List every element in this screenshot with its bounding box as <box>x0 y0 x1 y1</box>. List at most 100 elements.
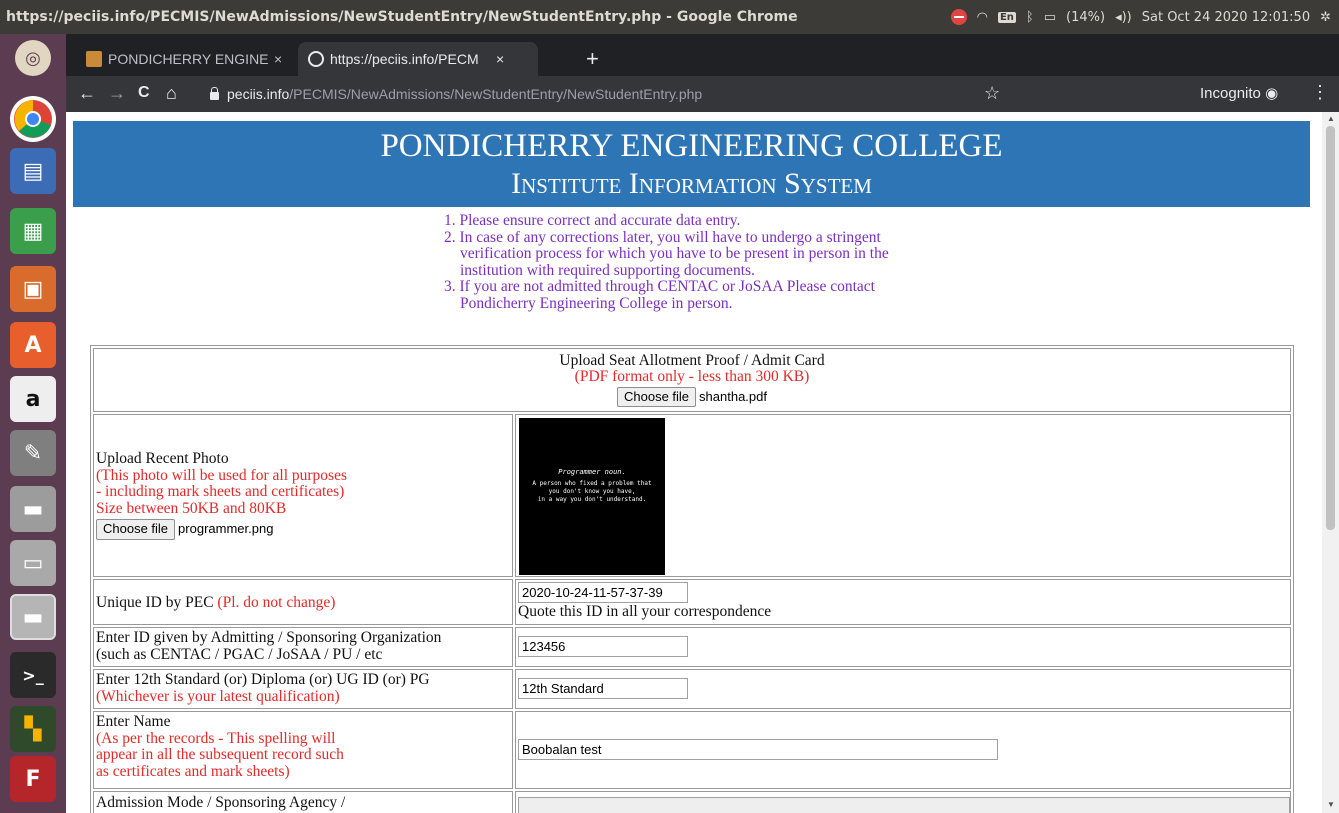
photo-definition-line: you don't know you have, <box>548 488 636 495</box>
gear-icon[interactable]: ✲ <box>1320 10 1331 25</box>
system-subtitle: Institute Information System <box>511 167 872 200</box>
unique-id-label: Unique ID by PEC <box>96 594 214 611</box>
photo-row: Upload Recent Photo (This photo will be … <box>92 413 1292 578</box>
ubuntu-dash-icon[interactable]: ◎ <box>15 40 51 76</box>
unique-id-hint: Quote this ID in all your correspondence <box>518 603 772 620</box>
home-icon[interactable]: ⌂ <box>166 82 177 104</box>
photo-title: Upload Recent Photo <box>96 450 229 467</box>
photo-file-name: programmer.png <box>178 521 274 536</box>
sponsor-id-value-cell: 123456 <box>515 627 1291 667</box>
instruction-item: 3. If you are not admitted through CENTA… <box>444 278 875 312</box>
instructions-list: 1. Please ensure correct and accurate da… <box>444 212 924 312</box>
tab-pondicherry[interactable]: PONDICHERRY ENGINEER × <box>76 42 292 76</box>
incognito-text: Incognito <box>1200 85 1261 102</box>
name-input[interactable]: Boobalan test <box>518 739 998 760</box>
photo-definition-line: in a way you don't understand. <box>537 496 647 503</box>
sponsor-id-sublabel: (such as CENTAC / PGAC / JoSAA / PU / et… <box>96 645 383 663</box>
incognito-label[interactable]: Incognito ◉ <box>1200 84 1278 102</box>
tab-label: https://peciis.info/PECM <box>330 51 479 67</box>
name-label: Enter Name <box>96 713 171 730</box>
bluetooth-icon[interactable]: ᛒ <box>1026 10 1034 25</box>
tab-strip: PONDICHERRY ENGINEER × https://peciis.in… <box>66 34 1339 76</box>
drive-icon[interactable]: ▬ <box>10 594 56 640</box>
qualification-label: Enter 12th Standard (or) Diploma (or) UG… <box>96 671 430 688</box>
qualification-input[interactable]: 12th Standard <box>518 678 688 699</box>
back-icon[interactable]: ← <box>78 82 96 104</box>
tab-label: PONDICHERRY ENGINEER <box>108 51 268 67</box>
address-bar[interactable]: peciis.info/PECMIS/NewAdmissions/NewStud… <box>206 80 1086 108</box>
close-icon[interactable]: × <box>496 51 504 67</box>
url-host: peciis.info <box>227 86 290 102</box>
admission-mode-label-cell: Admission Mode / Sponsoring Agency / <box>93 791 513 813</box>
lock-icon[interactable] <box>210 87 219 100</box>
choose-photo-file-button[interactable]: Choose file <box>96 519 176 540</box>
incognito-icon: ◉ <box>1265 85 1279 102</box>
wifi-icon[interactable]: ◠ <box>977 10 988 25</box>
drive-icon[interactable]: ▬ <box>10 486 56 532</box>
battery-percent: (14%) <box>1066 9 1106 25</box>
seat-allotment-note: (PDF format only - less than 300 KB) <box>574 368 810 385</box>
unique-id-row: Unique ID by PEC (Pl. do not change) 202… <box>92 578 1292 626</box>
photo-preview: Programmer noun. A person who fixed a pr… <box>519 418 665 575</box>
scrollbar-thumb[interactable] <box>1326 126 1335 530</box>
battery-icon[interactable]: ▭ <box>1044 10 1056 25</box>
sponsor-id-label: Enter ID given by Admitting / Sponsoring… <box>96 629 442 646</box>
admission-mode-label: Admission Mode / Sponsoring Agency / <box>96 794 346 811</box>
chrome-icon[interactable] <box>10 96 56 142</box>
filezilla-icon[interactable]: F <box>10 756 56 802</box>
photo-note: - including mark sheets and certificates… <box>96 483 345 500</box>
admission-mode-select[interactable] <box>518 797 1290 813</box>
unique-id-input[interactable]: 2020-10-24-11-57-37-39 <box>518 582 688 603</box>
college-favicon-icon <box>86 51 102 67</box>
instruction-item: 1. Please ensure correct and accurate da… <box>444 212 741 229</box>
admission-mode-row: Admission Mode / Sponsoring Agency / <box>92 790 1292 813</box>
software-center-icon[interactable]: A <box>10 322 56 368</box>
bookmark-star-icon[interactable]: ☆ <box>984 83 1000 104</box>
new-tab-button[interactable]: + <box>586 48 599 70</box>
amazon-icon[interactable]: a <box>10 376 56 422</box>
unique-id-warning: (Pl. do not change) <box>217 594 336 611</box>
photo-word-class: noun. <box>604 468 626 476</box>
photo-caption: Programmer noun. <box>519 468 665 476</box>
menu-icon[interactable]: ⋮ <box>1311 82 1329 103</box>
scroll-down-icon[interactable]: ▼ <box>1327 800 1335 809</box>
tab-current[interactable]: https://peciis.info/PECM × <box>298 42 538 76</box>
forward-icon[interactable]: → <box>108 82 126 104</box>
reload-icon[interactable]: C <box>138 82 150 104</box>
page-scrollbar[interactable]: ▲ ▼ <box>1322 112 1339 813</box>
keyboard-layout-indicator[interactable]: En <box>997 11 1016 23</box>
system-monitor-icon[interactable]: ▚ <box>10 706 56 752</box>
stop-icon[interactable] <box>950 9 967 25</box>
terminal-icon[interactable]: >_ <box>10 652 56 698</box>
college-title: PONDICHERRY ENGINEERING COLLEGE <box>380 128 1003 164</box>
close-icon[interactable]: × <box>274 51 282 67</box>
system-tray: ◠ En ᛒ ▭ (14%) ◂)) Sat Oct 24 2020 12:01… <box>950 9 1339 25</box>
volume-icon[interactable]: ◂)) <box>1115 10 1132 25</box>
name-note: appear in all the subsequent record such <box>96 746 344 763</box>
qualification-value-cell: 12th Standard <box>515 669 1291 709</box>
globe-icon <box>308 51 324 67</box>
photo-label-cell: Upload Recent Photo (This photo will be … <box>93 414 513 577</box>
launcher: ◎ ▤ ▦ ▣ A a ✎ ▬ ▭ ▬ >_ ▚ F <box>0 34 66 813</box>
seat-allotment-row: Upload Seat Allotment Proof / Admit Card… <box>92 347 1292 413</box>
choose-seat-file-button[interactable]: Choose file <box>617 387 697 407</box>
photo-word: Programmer <box>558 468 601 476</box>
impress-icon[interactable]: ▣ <box>10 266 56 312</box>
photo-definition-line: A person who fixed a problem that <box>532 480 652 487</box>
instruction-item: 2. In case of any corrections later, you… <box>444 228 889 279</box>
unique-id-label-cell: Unique ID by PEC (Pl. do not change) <box>93 579 513 625</box>
photo-size-note: Size between 50KB and 80KB <box>96 499 287 517</box>
files-icon[interactable]: ▭ <box>10 540 56 586</box>
name-row: Enter Name (As per the records - This sp… <box>92 710 1292 790</box>
qualification-label-cell: Enter 12th Standard (or) Diploma (or) UG… <box>93 669 513 709</box>
scroll-up-icon[interactable]: ▲ <box>1327 114 1335 123</box>
clock[interactable]: Sat Oct 24 2020 12:01:50 <box>1142 10 1310 25</box>
page-content: PONDICHERRY ENGINEERING COLLEGE Institut… <box>66 112 1322 813</box>
system-settings-icon[interactable]: ✎ <box>10 430 56 476</box>
writer-icon[interactable]: ▤ <box>10 148 56 194</box>
sponsor-id-input[interactable]: 123456 <box>518 636 688 657</box>
unique-id-value-cell: 2020-10-24-11-57-37-39 Quote this ID in … <box>515 579 1291 625</box>
photo-definition: A person who fixed a problem that you do… <box>519 480 665 504</box>
seat-allotment-cell: Upload Seat Allotment Proof / Admit Card… <box>93 348 1291 412</box>
calc-icon[interactable]: ▦ <box>10 208 56 254</box>
